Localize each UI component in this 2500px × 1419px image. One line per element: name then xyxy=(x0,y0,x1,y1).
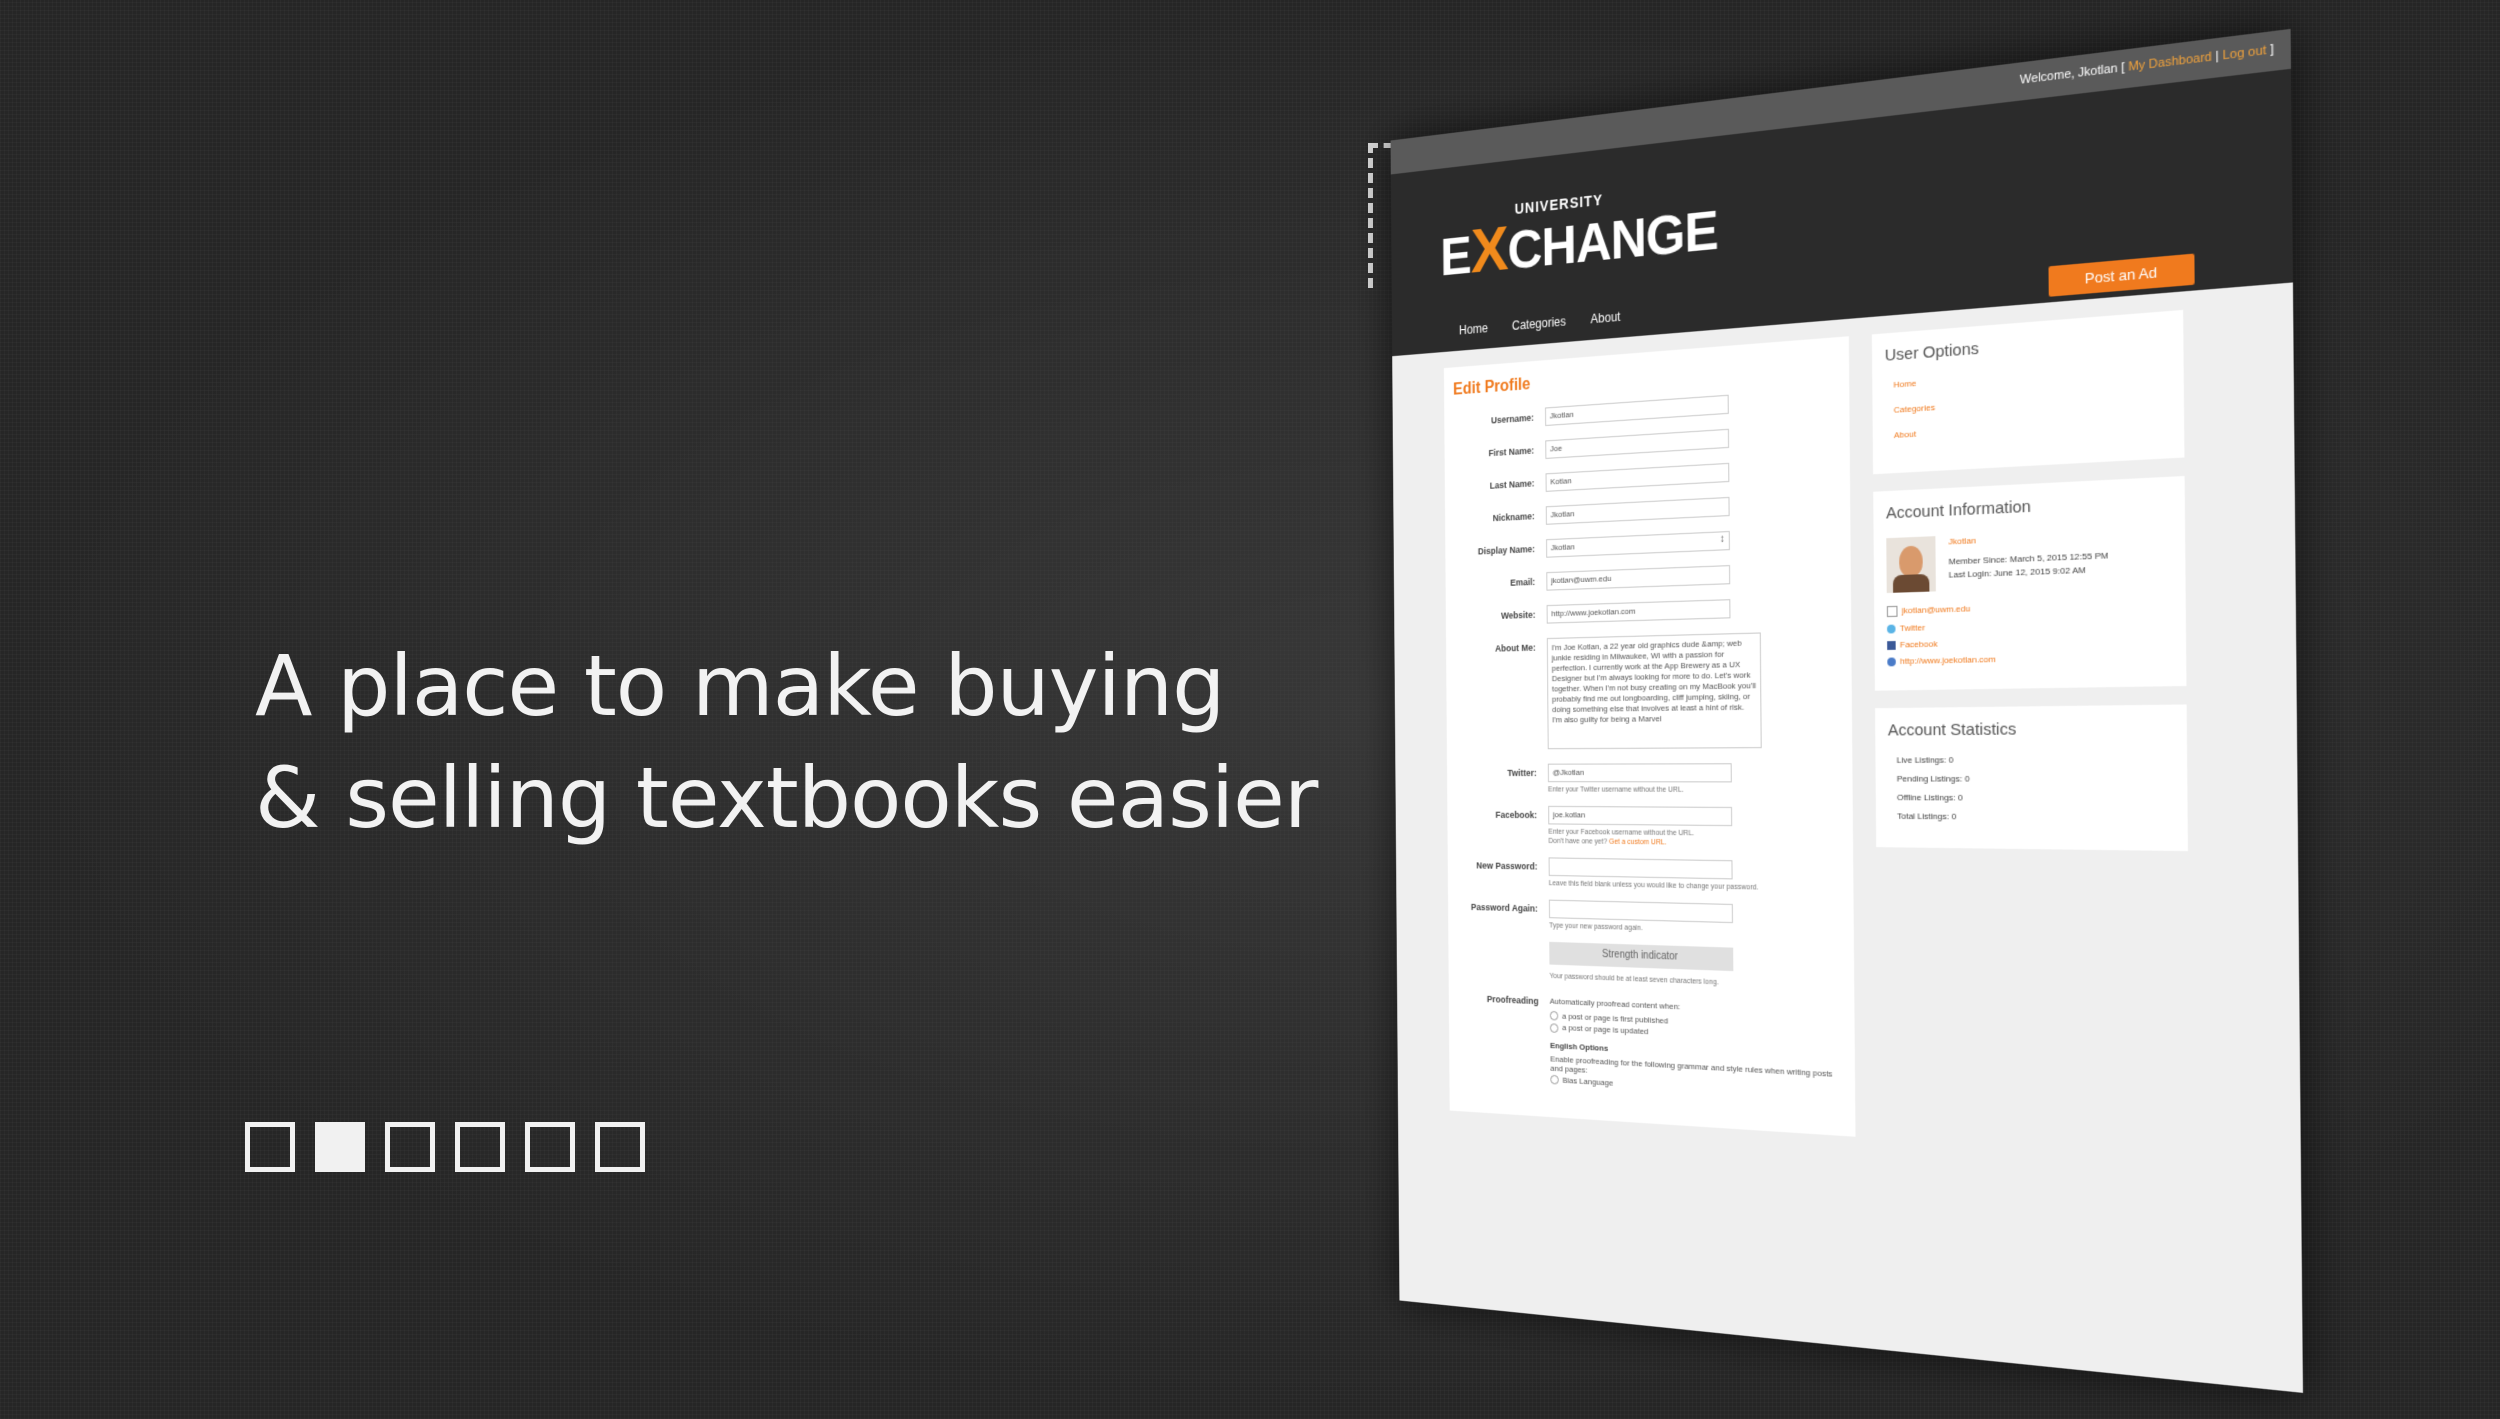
nav-categories[interactable]: Categories xyxy=(1512,314,1566,333)
website-label: Website: xyxy=(1500,609,1536,621)
strength-hint: Your password should be at least seven c… xyxy=(1549,972,1719,987)
mail-icon xyxy=(1886,605,1898,618)
sidebar: User Options Home Categories About Accou… xyxy=(1871,309,2191,1159)
email-label: Email: xyxy=(1510,576,1536,588)
facebook-label: Facebook: xyxy=(1495,809,1538,821)
nickname-row: Nickname: Jkotlan xyxy=(1454,491,1840,529)
account-stats-title: Account Statistics xyxy=(1887,719,2017,740)
welcome-text: Welcome, Jkotlan xyxy=(2019,61,2118,88)
facebook-input[interactable]: joe.kotlan xyxy=(1548,805,1733,827)
slide-dot-6[interactable] xyxy=(595,1122,645,1172)
stat-live: Live Listings: 0 xyxy=(1896,754,1954,766)
website-screen: Welcome, Jkotlan [ My Dashboard | Log ou… xyxy=(1390,28,2303,1393)
slide-dot-4[interactable] xyxy=(455,1122,505,1172)
website-row: Website: http://www.joekotlan.com xyxy=(1455,596,1841,627)
twitter-row: Twitter: @Jkotlan xyxy=(1456,763,1842,783)
custom-url-link[interactable]: Get a custom URL. xyxy=(1609,839,1667,847)
edit-profile-form: Edit Profile Username: Jkotlan First Nam… xyxy=(1443,336,1856,1137)
facebook-row: Facebook: joe.kotlan xyxy=(1456,805,1842,827)
account-summary: Jkotlan Member Since: March 5, 2015 12:5… xyxy=(1886,526,2171,593)
display-name-label: Display Name: xyxy=(1477,543,1535,557)
stat-pending: Pending Listings: 0 xyxy=(1896,773,1970,784)
new-password-input[interactable] xyxy=(1548,857,1733,880)
new-password-hint: Leave this field blank unless you would … xyxy=(1548,880,1759,892)
website-input[interactable]: http://www.joekotlan.com xyxy=(1546,599,1731,624)
slide-indicator xyxy=(245,1122,645,1172)
account-details: Jkotlan Member Since: March 5, 2015 12:5… xyxy=(1948,529,2108,591)
user-option-about[interactable]: About xyxy=(1894,413,2170,440)
new-password-row: New Password: xyxy=(1457,856,1843,882)
post-ad-button[interactable]: Post an Ad xyxy=(2048,253,2195,297)
stat-total: Total Listings: 0 xyxy=(1897,811,1957,822)
nav-home[interactable]: Home xyxy=(1459,321,1488,338)
strength-indicator: Strength indicator xyxy=(1549,941,1734,972)
website-link[interactable]: http://www.joekotlan.com xyxy=(1887,651,2172,667)
user-option-home[interactable]: Home xyxy=(1893,360,2169,389)
username-input[interactable]: Jkotlan xyxy=(1545,394,1729,427)
user-options-title: User Options xyxy=(1884,339,1979,366)
slide-dot-3[interactable] xyxy=(385,1122,435,1172)
user-options-panel: User Options Home Categories About xyxy=(1871,309,2185,475)
avatar xyxy=(1886,536,1936,593)
twitter-label: Twitter: xyxy=(1507,767,1537,779)
last-name-label: Last Name: xyxy=(1489,478,1535,491)
stat-offline: Offline Listings: 0 xyxy=(1896,792,1963,803)
facebook-hint-2: Don't have one yet? Get a custom URL. xyxy=(1548,837,1667,847)
password-again-input[interactable] xyxy=(1548,899,1733,924)
password-again-row: Password Again: xyxy=(1457,897,1843,926)
slide-dot-1[interactable] xyxy=(245,1122,295,1172)
tagline-line-1: A place to make buying xyxy=(255,637,1225,735)
account-info-panel: Account Information Jkotlan Member Since… xyxy=(1873,475,2187,691)
email-row: Email: jkotlan@uwm.edu xyxy=(1455,561,1841,594)
nickname-input[interactable]: Jkotlan xyxy=(1545,496,1730,525)
about-row: About Me: I'm Joe Kotlan, a 22 year old … xyxy=(1455,630,1842,750)
twitter-input[interactable]: @Jkotlan xyxy=(1547,763,1732,783)
first-name-label: First Name: xyxy=(1488,445,1535,459)
user-option-categories[interactable]: Categories xyxy=(1894,387,2170,415)
facebook-link[interactable]: Facebook xyxy=(1887,633,2172,650)
first-name-input[interactable]: Joe xyxy=(1545,428,1730,459)
about-label: About Me: xyxy=(1495,642,1536,654)
about-textarea[interactable]: I'm Joe Kotlan, a 22 year old graphics d… xyxy=(1546,632,1762,750)
dashboard-link[interactable]: My Dashboard xyxy=(2128,50,2212,74)
tagline: A place to make buying & selling textboo… xyxy=(255,630,1355,854)
username-label: Username: xyxy=(1490,412,1534,426)
checkbox-icon xyxy=(1550,1074,1559,1085)
slide-dot-2[interactable] xyxy=(315,1122,365,1172)
facebook-icon xyxy=(1887,640,1896,650)
nav-about[interactable]: About xyxy=(1590,309,1620,326)
site-body: Edit Profile Username: Jkotlan First Nam… xyxy=(1392,282,2301,1166)
last-name-input[interactable]: Kotlan xyxy=(1545,462,1730,492)
display-name-select[interactable]: Jkotlan xyxy=(1546,530,1730,558)
account-stats-panel: Account Statistics Live Listings: 0 Pend… xyxy=(1875,704,2188,852)
twitter-icon xyxy=(1887,624,1896,634)
website-mockup: Welcome, Jkotlan [ My Dashboard | Log ou… xyxy=(1390,28,2303,1393)
last-name-row: Last Name: Kotlan xyxy=(1454,457,1840,497)
new-password-label: New Password: xyxy=(1476,860,1538,872)
radio-icon xyxy=(1549,1023,1559,1033)
twitter-hint: Enter your Twitter username without the … xyxy=(1548,786,1684,794)
account-info-title: Account Information xyxy=(1885,497,2031,523)
display-name-row: Display Name: Jkotlan xyxy=(1454,526,1840,561)
globe-icon xyxy=(1887,657,1896,667)
password-again-label: Password Again: xyxy=(1470,901,1538,914)
logo-exchange: EXCHANGE xyxy=(1440,199,1718,288)
site-nav: Home Categories About xyxy=(1459,309,1621,337)
account-links: jkotlan@uwm.edu Twitter Facebook http://… xyxy=(1886,598,2172,667)
email-input[interactable]: jkotlan@uwm.edu xyxy=(1546,565,1731,591)
email-link[interactable]: jkotlan@uwm.edu xyxy=(1886,598,2172,618)
account-name-link[interactable]: Jkotlan xyxy=(1948,529,2108,549)
logout-link[interactable]: Log out xyxy=(2222,44,2266,63)
nickname-label: Nickname: xyxy=(1492,510,1535,524)
proofreading-desc: Automatically proofread content when: xyxy=(1549,996,1681,1012)
tagline-line-2: & selling textbooks easier xyxy=(255,749,1318,847)
proofreading-label: Proofreading xyxy=(1486,993,1539,1007)
slide-dot-5[interactable] xyxy=(525,1122,575,1172)
twitter-link[interactable]: Twitter xyxy=(1887,616,2172,634)
radio-icon xyxy=(1549,1011,1559,1021)
